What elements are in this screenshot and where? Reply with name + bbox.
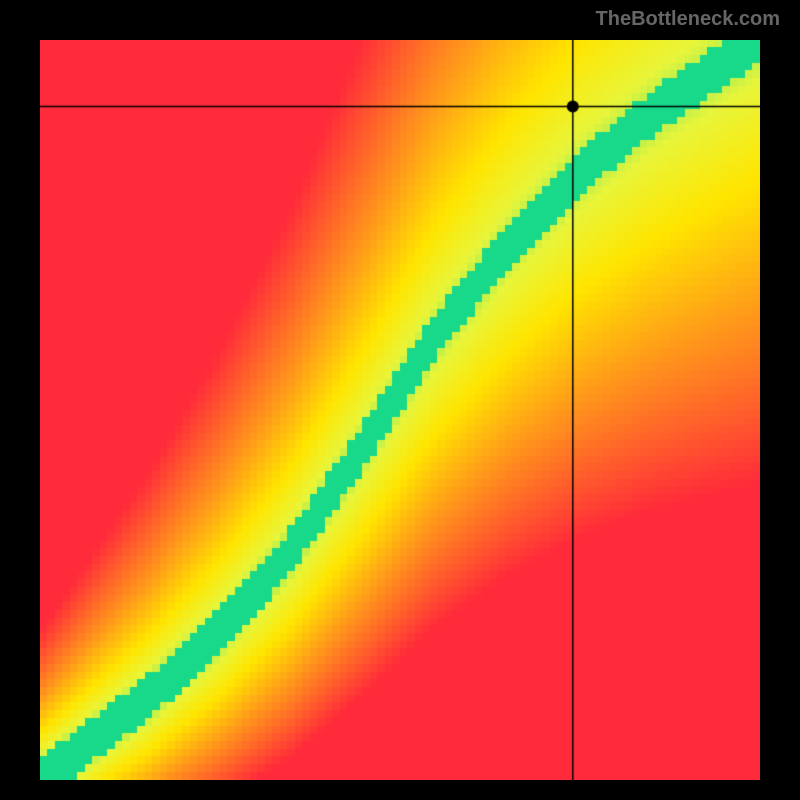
heatmap-canvas	[40, 40, 760, 780]
watermark-text: TheBottleneck.com	[596, 8, 780, 31]
chart-container: TheBottleneck.com	[0, 0, 800, 800]
